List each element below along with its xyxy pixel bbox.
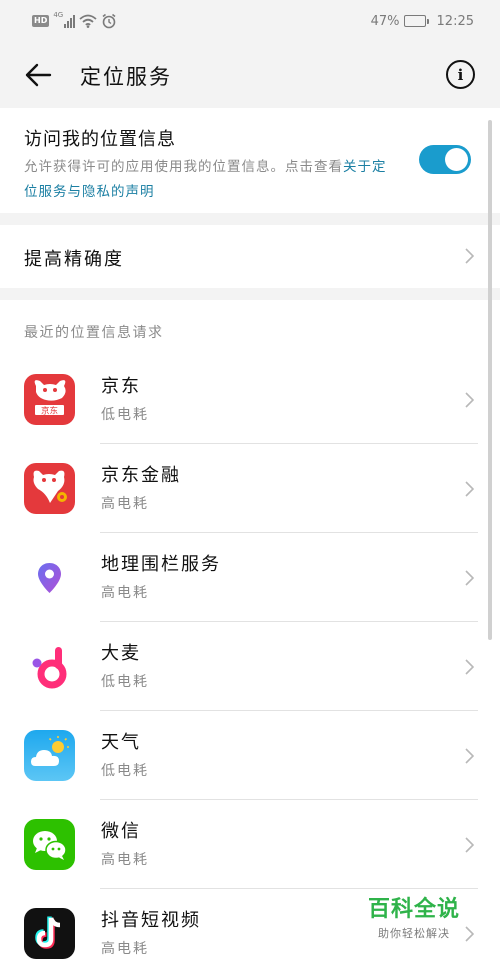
watermark: 百科全说 助你轻松解决 xyxy=(368,891,460,941)
chevron-right-icon xyxy=(465,481,474,497)
alarm-icon xyxy=(102,13,116,29)
app-row-weather[interactable]: 天气 低电耗 xyxy=(0,711,500,800)
network-type: 4G xyxy=(53,11,64,19)
chevron-right-icon xyxy=(465,837,474,853)
watermark-subtitle: 助你轻松解决 xyxy=(377,927,450,940)
app-header: 定位服务 i xyxy=(0,42,500,108)
app-name: 天气 xyxy=(101,732,141,753)
damai-icon xyxy=(24,641,75,692)
app-name: 京东 xyxy=(101,376,141,397)
weather-icon xyxy=(24,730,75,781)
app-name: 抖音短视频 xyxy=(101,910,201,931)
watermark-title: 百科全说 xyxy=(367,897,460,922)
description-text: 允许获得许可的应用使用我的位置信息。点击查看 xyxy=(24,159,343,175)
toggle-knob xyxy=(445,148,468,171)
status-right: 47% 12:25 xyxy=(371,14,474,29)
location-access-title: 访问我的位置信息 xyxy=(24,129,176,150)
location-settings-screen: HD 4G 47% 12:25 定位服务 i 访问我的位置信息 允许获得许可的应… xyxy=(0,0,500,963)
app-row-jd[interactable]: 京东 京东 低电耗 xyxy=(0,355,500,444)
chevron-right-icon xyxy=(465,748,474,764)
app-row-geofence[interactable]: 地理围栏服务 高电耗 xyxy=(0,533,500,622)
clock: 12:25 xyxy=(436,13,474,29)
chevron-right-icon xyxy=(465,248,474,264)
scrollbar[interactable] xyxy=(488,120,492,640)
wechat-icon xyxy=(24,819,75,870)
location-access-description: 允许获得许可的应用使用我的位置信息。点击查看关于定位服务与隐私的声明 xyxy=(24,155,394,205)
battery-percent: 47% xyxy=(370,13,400,29)
back-button[interactable] xyxy=(22,59,54,91)
svg-text:京东: 京东 xyxy=(41,406,58,417)
geofence-pin-icon xyxy=(24,552,75,603)
cellular-signal-icon: 4G xyxy=(53,11,76,28)
improve-accuracy-label: 提高精确度 xyxy=(24,249,124,270)
status-left: HD 4G xyxy=(32,11,117,29)
location-access-toggle[interactable] xyxy=(419,145,471,174)
app-row-wechat[interactable]: 微信 高电耗 xyxy=(0,800,500,889)
wifi-icon xyxy=(79,14,97,28)
app-name: 京东金融 xyxy=(101,465,181,486)
app-name: 地理围栏服务 xyxy=(101,554,221,575)
power-usage: 低电耗 xyxy=(101,674,149,690)
chevron-right-icon xyxy=(465,926,474,942)
info-button[interactable]: i xyxy=(446,60,475,89)
jd-icon: 京东 xyxy=(24,374,75,425)
power-usage: 高电耗 xyxy=(101,941,149,957)
chevron-right-icon xyxy=(465,570,474,586)
app-name: 大麦 xyxy=(101,643,141,664)
arrow-left-icon xyxy=(25,63,52,87)
power-usage: 高电耗 xyxy=(101,585,149,601)
improve-accuracy-row[interactable]: 提高精确度 xyxy=(0,225,500,288)
jd-finance-icon xyxy=(24,463,75,514)
recent-requests-card: 最近的位置信息请求 京东 京东 低电耗 京东金融 高电耗 地理围栏服务 高电耗 … xyxy=(0,300,500,963)
power-usage: 高电耗 xyxy=(101,852,149,868)
power-usage: 低电耗 xyxy=(101,407,149,423)
location-access-card: 访问我的位置信息 允许获得许可的应用使用我的位置信息。点击查看关于定位服务与隐私… xyxy=(0,108,500,213)
hd-badge: HD xyxy=(32,15,50,27)
chevron-right-icon xyxy=(465,392,474,408)
douyin-icon xyxy=(24,908,75,959)
status-bar: HD 4G 47% 12:25 xyxy=(0,0,500,42)
chevron-right-icon xyxy=(465,659,474,675)
app-name: 微信 xyxy=(101,821,141,842)
power-usage: 高电耗 xyxy=(101,496,149,512)
battery-icon xyxy=(403,15,429,27)
app-row-damai[interactable]: 大麦 低电耗 xyxy=(0,622,500,711)
power-usage: 低电耗 xyxy=(101,763,149,779)
recent-requests-header: 最近的位置信息请求 xyxy=(24,325,164,341)
app-row-jd-finance[interactable]: 京东金融 高电耗 xyxy=(0,444,500,533)
info-circle-icon: i xyxy=(457,65,464,84)
page-title: 定位服务 xyxy=(80,65,172,89)
